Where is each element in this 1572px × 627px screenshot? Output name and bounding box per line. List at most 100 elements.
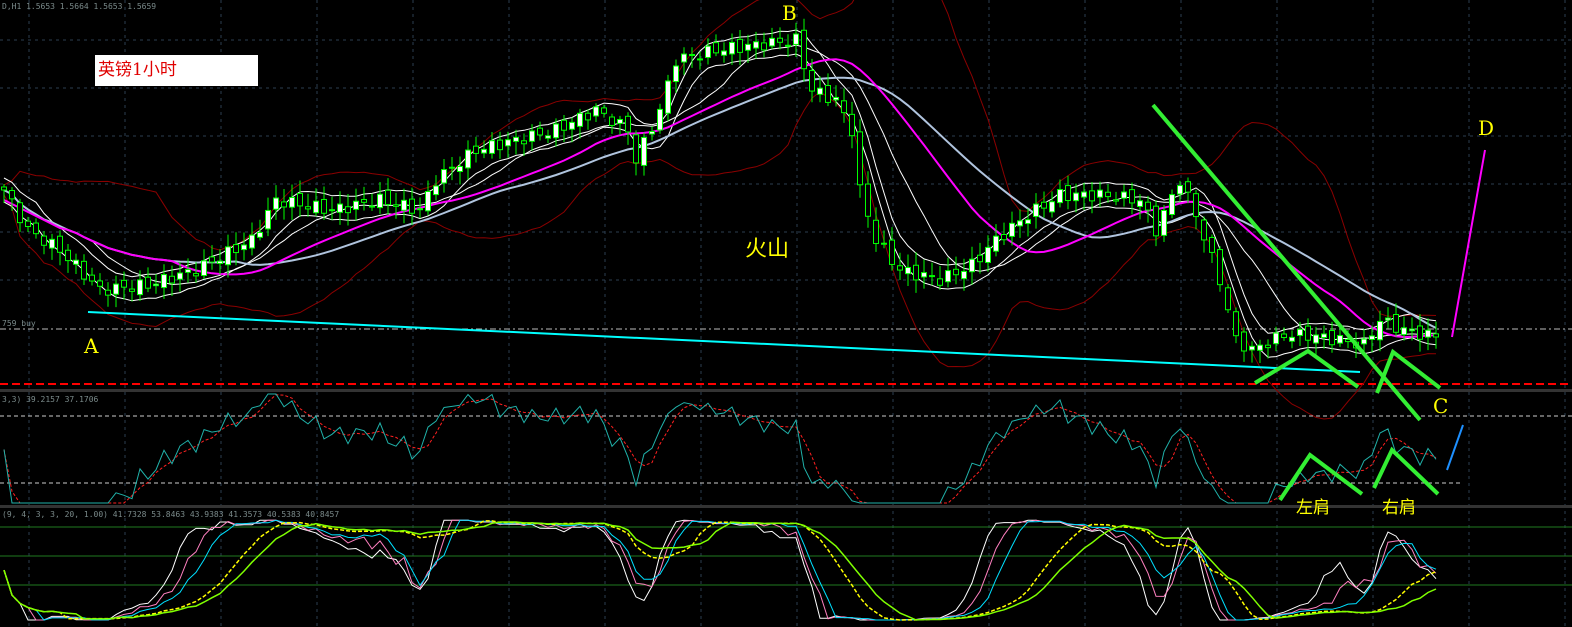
candle-body [49, 238, 55, 249]
label-volcano: 火山 [745, 237, 790, 262]
candle-body [1401, 327, 1407, 336]
candle-body [1417, 325, 1423, 340]
candle [873, 207, 879, 252]
candle-body [1273, 332, 1279, 345]
candle [945, 257, 951, 288]
candle [969, 246, 975, 285]
candle [377, 181, 383, 214]
rsi-info: 3,3) 39.2157 37.1706 [2, 395, 99, 404]
candle [1385, 307, 1391, 329]
label-a: A [84, 334, 99, 358]
candle [841, 88, 847, 123]
candle [705, 38, 711, 65]
candle-body [457, 165, 463, 172]
candle [353, 188, 359, 221]
candle-body [1017, 220, 1023, 227]
candle-body [241, 244, 247, 251]
candle-body [217, 260, 223, 264]
candle [297, 180, 303, 218]
candle-body [841, 100, 847, 114]
candle-body [921, 272, 927, 278]
candle-body [1337, 335, 1343, 344]
candle [433, 175, 439, 201]
candle-body [1217, 249, 1223, 286]
stoch-info: (9, 4, 3, 3, 20, 1.00) 41.7328 53.8463 4… [2, 510, 340, 519]
candle [1249, 341, 1255, 363]
candle-body [1201, 219, 1207, 241]
candle-body [281, 201, 287, 208]
candle [457, 156, 463, 185]
candle-body [689, 54, 695, 57]
candle-body [121, 279, 127, 288]
candle [785, 34, 791, 57]
candle [985, 235, 991, 272]
candle-body [1281, 333, 1287, 339]
candle-body [1185, 181, 1191, 193]
candle [1233, 307, 1239, 344]
candle-body [705, 45, 711, 58]
candle [17, 198, 23, 232]
candle-body [1297, 328, 1303, 336]
candle-body [1, 186, 7, 191]
candle-body [601, 107, 607, 114]
candle-body [1105, 191, 1111, 198]
candle-body [153, 283, 159, 287]
candle-body [1193, 193, 1199, 218]
candle [769, 27, 775, 50]
candle-body [713, 42, 719, 54]
candle-body [177, 272, 183, 280]
candle-body [577, 112, 583, 127]
label-left-shoulder: 左肩 [1296, 498, 1330, 518]
candle-body [377, 193, 383, 209]
candle-body [393, 204, 399, 207]
candle-body [465, 149, 471, 169]
candle-body [1025, 219, 1031, 225]
candle [97, 273, 103, 295]
candle [1033, 193, 1039, 229]
candle-body [889, 239, 895, 265]
candle [721, 42, 727, 63]
candle-body [57, 235, 63, 253]
stoch-panel [0, 519, 1572, 621]
candle-body [697, 58, 703, 61]
candle [129, 279, 135, 302]
candle-body [209, 256, 215, 263]
candle [585, 109, 591, 130]
candle [777, 27, 783, 50]
candle-body [41, 235, 47, 246]
candle-body [529, 130, 535, 142]
candle-body [937, 278, 943, 286]
candle-body [73, 259, 79, 265]
candle [321, 186, 327, 221]
candle [1073, 183, 1079, 213]
candle-body [1049, 201, 1055, 213]
candle [649, 126, 655, 141]
candle [361, 186, 367, 211]
candle-body [1265, 344, 1271, 349]
candle [921, 259, 927, 289]
candle-body [353, 200, 359, 210]
candle-body [753, 41, 759, 49]
candle-body [129, 288, 135, 292]
candle-body [1329, 330, 1335, 346]
candle [1129, 182, 1135, 215]
candle [1161, 205, 1167, 243]
candle [153, 274, 159, 294]
candle-body [569, 121, 575, 130]
candle-body [857, 131, 863, 186]
candle-body [33, 222, 39, 235]
candle-body [865, 183, 871, 217]
candle [617, 115, 623, 135]
candle-body [1129, 189, 1135, 204]
candle [905, 254, 911, 286]
panel-separators [0, 389, 1572, 508]
candle [305, 193, 311, 217]
candle-body [849, 113, 855, 137]
candle-body [265, 209, 271, 230]
candle-body [1153, 205, 1159, 237]
candle-body [169, 275, 175, 284]
candle-body [449, 166, 455, 169]
candle-body [745, 43, 751, 51]
candle [889, 227, 895, 271]
candle-body [785, 44, 791, 47]
